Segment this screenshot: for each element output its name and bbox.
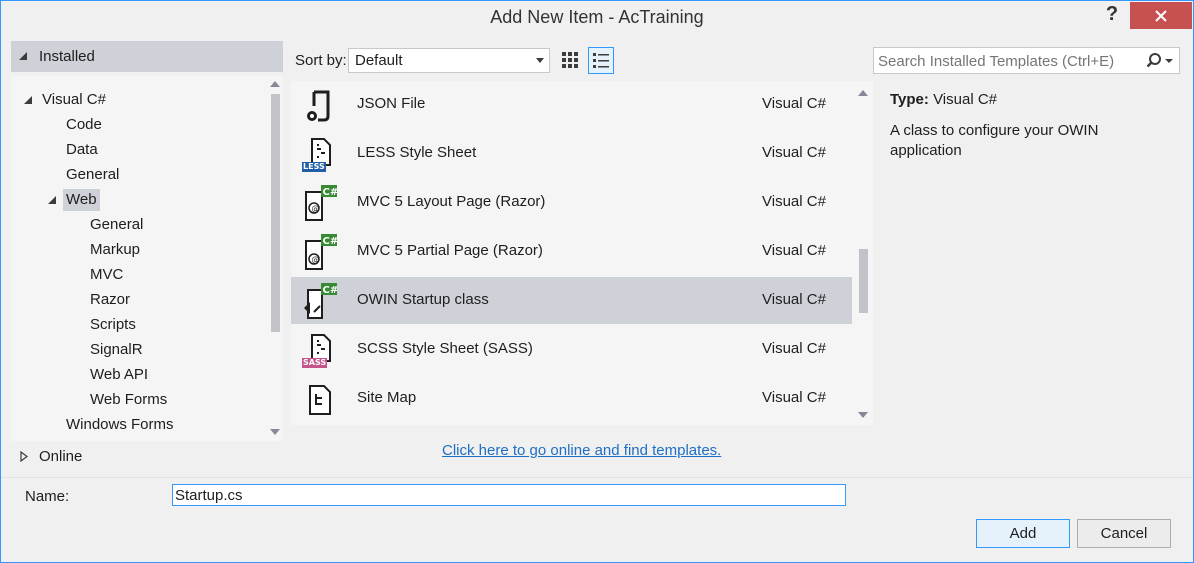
tree-item[interactable]: Visual C# xyxy=(39,89,109,111)
tree-item[interactable]: Web Forms xyxy=(87,389,170,411)
template-name: JSON File xyxy=(357,95,426,112)
tree-item[interactable]: Data xyxy=(63,139,101,161)
template-name: Site Map xyxy=(357,389,417,406)
type-row: Type: Visual C# xyxy=(890,91,1180,108)
sass-file-icon: SASS xyxy=(300,331,340,371)
tree-scrollbar[interactable] xyxy=(267,76,283,441)
sort-by-label: Sort by: xyxy=(295,52,347,69)
details-view-button[interactable] xyxy=(588,47,614,74)
file-type-badge: LESS xyxy=(302,162,326,172)
template-name: MVC 5 Partial Page (Razor) xyxy=(357,242,543,259)
template-row[interactable]: Site Map Visual C# xyxy=(291,375,852,422)
template-details: Type: Visual C# A class to configure you… xyxy=(890,91,1180,161)
collapse-triangle-icon[interactable] xyxy=(23,95,33,105)
tree-item[interactable]: MVC xyxy=(87,264,126,286)
template-list-scrollbar[interactable] xyxy=(854,81,872,425)
template-row[interactable]: @ C# MVC 5 Layout Page (Razor) Visual C# xyxy=(291,179,852,226)
grid-view-icon xyxy=(562,52,578,68)
name-label: Name: xyxy=(25,488,70,505)
template-name: MVC 5 Layout Page (Razor) xyxy=(357,193,546,210)
template-language: Visual C# xyxy=(762,193,826,210)
svg-text:C#: C# xyxy=(323,236,339,247)
scroll-down-arrow-icon[interactable] xyxy=(858,411,868,419)
title-bar: Add New Item - AcTraining ? xyxy=(1,1,1193,39)
installed-label: Installed xyxy=(39,48,95,65)
svg-text:@: @ xyxy=(312,255,320,264)
template-list-scrollbar-thumb[interactable] xyxy=(859,249,868,313)
razor-partial-icon: @ C# xyxy=(300,233,340,273)
online-label: Online xyxy=(39,448,83,465)
tree-item[interactable]: Razor xyxy=(87,289,133,311)
tree-scrollbar-thumb[interactable] xyxy=(271,94,280,332)
template-list: JSON File Visual C# LESS LESS Style Sheet Vi… xyxy=(291,81,873,425)
expand-triangle-icon xyxy=(20,451,28,462)
type-label: Type: xyxy=(890,91,929,108)
tree-item[interactable]: Web API xyxy=(87,364,151,386)
template-language: Visual C# xyxy=(762,389,826,406)
collapse-triangle-icon xyxy=(19,52,27,60)
scroll-up-arrow-icon[interactable] xyxy=(270,80,280,88)
category-pane: Installed Visual C# Code Data General Web Gen… xyxy=(11,41,283,441)
online-node[interactable]: Online xyxy=(11,445,283,469)
close-icon xyxy=(1155,10,1167,22)
name-input[interactable] xyxy=(172,484,846,506)
tree-item[interactable]: Code xyxy=(63,114,105,136)
json-file-icon xyxy=(300,86,340,126)
close-button[interactable] xyxy=(1130,2,1192,29)
svg-text:@: @ xyxy=(312,204,320,213)
template-row[interactable]: JSON File Visual C# xyxy=(291,81,852,128)
category-tree: Visual C# Code Data General Web General Markup… xyxy=(11,76,267,441)
find-online-templates-link[interactable]: Click here to go online and find templat… xyxy=(442,442,721,459)
small-icons-view-button[interactable] xyxy=(558,47,582,73)
template-name: OWIN Startup class xyxy=(357,291,489,308)
add-button[interactable]: Add xyxy=(976,519,1070,548)
template-language: Visual C# xyxy=(762,144,826,161)
type-value: Visual C# xyxy=(933,91,998,108)
owin-class-icon: C# xyxy=(300,282,340,322)
sitemap-icon xyxy=(300,380,340,420)
sort-by-dropdown[interactable]: Default xyxy=(348,48,550,73)
svg-text:C#: C# xyxy=(323,187,339,198)
add-new-item-dialog: Add New Item - AcTraining ? Installed Vi… xyxy=(0,0,1194,563)
file-type-badge: SASS xyxy=(302,358,328,368)
template-row[interactable]: @ C# MVC 5 Partial Page (Razor) Visual C# xyxy=(291,228,852,275)
help-button[interactable]: ? xyxy=(1099,3,1125,29)
template-row[interactable]: LESS LESS Style Sheet Visual C# xyxy=(291,130,852,177)
tree-item[interactable]: Scripts xyxy=(87,314,139,336)
window-title: Add New Item - AcTraining xyxy=(490,7,704,27)
tree-item[interactable]: SignalR xyxy=(87,339,146,361)
template-row[interactable]: C# OWIN Startup class Visual C# xyxy=(291,277,852,324)
template-language: Visual C# xyxy=(762,340,826,357)
search-templates-box[interactable] xyxy=(873,47,1180,74)
installed-header[interactable]: Installed xyxy=(11,41,283,72)
template-language: Visual C# xyxy=(762,291,826,308)
collapse-triangle-icon[interactable] xyxy=(47,195,57,205)
tree-item[interactable]: General xyxy=(87,214,146,236)
template-description: A class to configure your OWIN applicati… xyxy=(890,122,1099,159)
template-language: Visual C# xyxy=(762,242,826,259)
tree-item[interactable]: Markup xyxy=(87,239,143,261)
razor-layout-icon: @ C# xyxy=(300,184,340,224)
list-view-icon xyxy=(593,53,609,68)
template-name: SCSS Style Sheet (SASS) xyxy=(357,340,533,357)
search-icon xyxy=(1146,53,1173,68)
tree-item[interactable]: General xyxy=(63,164,122,186)
template-name: LESS Style Sheet xyxy=(357,144,477,161)
scroll-down-arrow-icon[interactable] xyxy=(270,428,280,436)
template-row[interactable]: SASS SCSS Style Sheet (SASS) Visual C# xyxy=(291,326,852,373)
svg-text:C#: C# xyxy=(323,285,339,296)
chevron-down-icon xyxy=(536,58,544,63)
tree-item[interactable]: Web xyxy=(63,189,100,211)
tree-item[interactable]: Windows Forms xyxy=(63,414,177,436)
sort-by-value: Default xyxy=(355,52,403,69)
cancel-button[interactable]: Cancel xyxy=(1077,519,1171,548)
search-input[interactable] xyxy=(878,51,1140,71)
search-button[interactable] xyxy=(1146,52,1174,73)
less-file-icon: LESS xyxy=(300,135,340,175)
template-language: Visual C# xyxy=(762,95,826,112)
scroll-up-arrow-icon[interactable] xyxy=(858,89,868,97)
